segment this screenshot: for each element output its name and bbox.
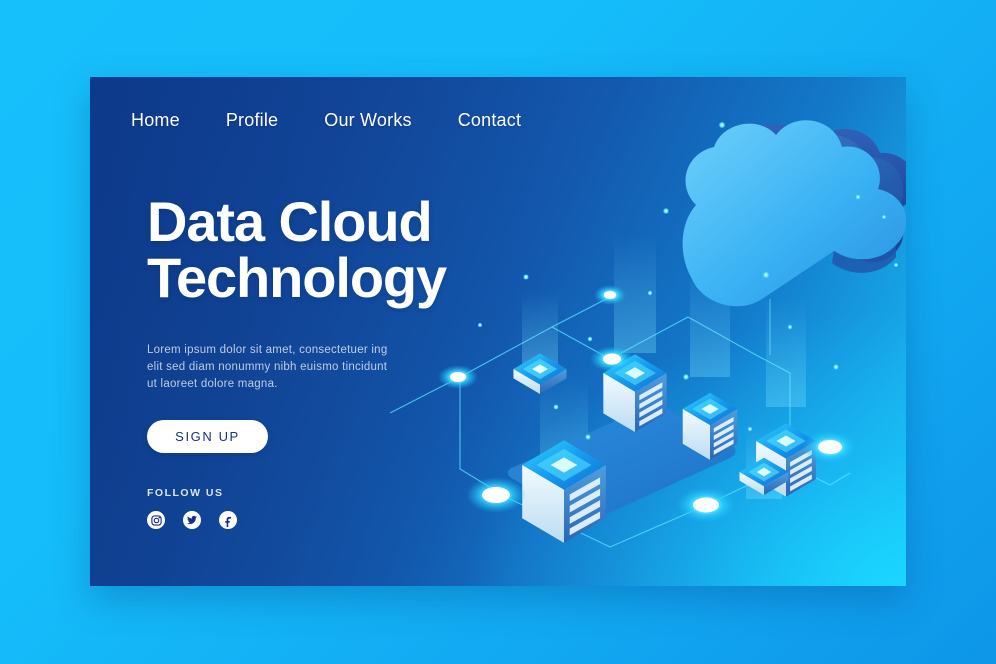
page-title-line-2: Technology (147, 246, 447, 309)
hero-description: Lorem ipsum dolor sit amet, consectetuer… (147, 344, 388, 390)
floating-dots (477, 121, 899, 440)
hero-card: Home Profile Our Works Contact Data Clou… (90, 77, 906, 586)
instagram-icon[interactable] (147, 511, 165, 529)
nav-link-home[interactable]: Home (131, 110, 180, 131)
cloud-shape (682, 120, 906, 355)
facebook-icon[interactable] (219, 511, 237, 529)
nav-link-profile[interactable]: Profile (226, 110, 278, 131)
page-title-line-1: Data Cloud (147, 190, 433, 253)
twitter-icon[interactable] (183, 511, 201, 529)
server-node-2 (682, 392, 738, 460)
glow-nodes (438, 285, 858, 523)
nav-link-our-works[interactable]: Our Works (324, 110, 411, 131)
nav-link-contact[interactable]: Contact (458, 110, 521, 131)
sign-up-button[interactable]: SIGN UP (147, 420, 268, 453)
page-title: Data Cloud Technology (147, 194, 477, 306)
chip-node-1 (513, 353, 567, 394)
chip-node-2 (739, 457, 789, 496)
follow-us-block: FOLLOW US (147, 487, 237, 529)
follow-us-label: FOLLOW US (147, 487, 224, 499)
server-node-1 (603, 354, 667, 433)
server-node-main (522, 440, 606, 543)
server-platform (507, 405, 736, 521)
main-navigation: Home Profile Our Works Contact (131, 110, 521, 131)
social-icon-list (147, 511, 237, 529)
server-node-3 (756, 423, 816, 497)
hero-text-block: Data Cloud Technology Lorem ipsum dolor … (147, 194, 477, 453)
